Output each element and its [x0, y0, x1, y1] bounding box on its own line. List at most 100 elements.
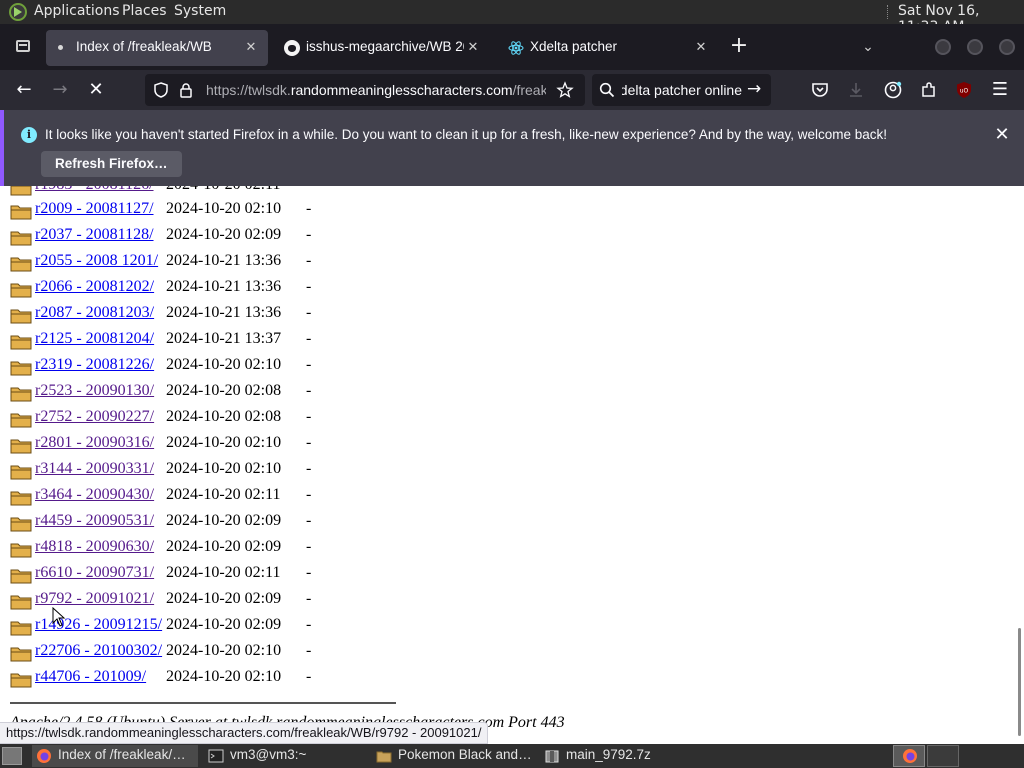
folder-icon: [376, 751, 392, 763]
applications-menu[interactable]: Applications: [34, 3, 120, 19]
modified-date: 2024-10-20 02:11: [166, 564, 281, 581]
tab-xdelta-patcher[interactable]: Xdelta patcher ✕: [500, 30, 718, 66]
directory-link[interactable]: r22706 - 20100302/: [35, 642, 162, 660]
url-bar[interactable]: https://twlsdk.randommeaninglesscharacte…: [145, 74, 585, 106]
workspace-2[interactable]: [927, 745, 959, 767]
tab-close-icon[interactable]: ✕: [464, 38, 482, 56]
listing-row: r6610 - 20090731/2024-10-20 02:11 -: [0, 561, 600, 587]
directory-link[interactable]: r2752 - 20090227/: [35, 408, 154, 426]
loading-dot-icon: [58, 45, 63, 50]
downloads-icon[interactable]: [846, 80, 866, 100]
tab-close-icon[interactable]: ✕: [692, 38, 710, 56]
directory-link[interactable]: r2055 - 2008 1201/: [35, 252, 158, 270]
refresh-firefox-button[interactable]: Refresh Firefox…: [41, 151, 182, 177]
search-input[interactable]: xdelta patcher online: [622, 82, 742, 98]
folder-icon: [10, 281, 32, 298]
back-arrow-icon[interactable]: ←: [12, 78, 36, 102]
tracking-shield-icon[interactable]: [152, 81, 170, 99]
url-text[interactable]: https://twlsdk.randommeaninglesscharacte…: [206, 82, 546, 98]
modified-date: 2024-10-21 13:36: [166, 278, 282, 295]
folder-icon: [10, 463, 32, 480]
link-status-url: https://twlsdk.randommeaninglesscharacte…: [0, 722, 489, 744]
places-menu[interactable]: Places: [122, 3, 167, 19]
file-size: -: [306, 564, 312, 581]
tab-label: Xdelta patcher: [530, 39, 618, 54]
listing-row: r2319 - 20081226/2024-10-20 02:10 -: [0, 353, 600, 379]
page-scrollbar-thumb[interactable]: [1018, 628, 1021, 736]
folder-icon: [10, 333, 32, 350]
maximize-window-icon[interactable]: [967, 39, 983, 55]
directory-link[interactable]: r3464 - 20090430/: [35, 486, 154, 504]
file-size: -: [306, 616, 312, 633]
file-size: -: [306, 538, 312, 555]
directory-link[interactable]: r4818 - 20090630/: [35, 538, 154, 556]
tab-isshus-megaarchive[interactable]: isshus-megaarchive/WB 20 ✕: [276, 30, 490, 66]
workspace-1[interactable]: [893, 745, 925, 767]
extensions-puzzle-icon[interactable]: [919, 80, 939, 100]
search-bar[interactable]: xdelta patcher online →: [592, 74, 771, 106]
account-icon[interactable]: [883, 80, 903, 100]
modified-date: 2024-10-20 02:10: [166, 356, 282, 373]
search-go-arrow-icon[interactable]: →: [747, 79, 761, 99]
directory-link[interactable]: r2066 - 20081202/: [35, 278, 154, 296]
stop-loading-icon[interactable]: ✕: [84, 78, 108, 102]
directory-link[interactable]: r2523 - 20090130/: [35, 382, 154, 400]
distro-logo-icon[interactable]: [9, 3, 27, 21]
directory-link[interactable]: r2087 - 20081203/: [35, 304, 154, 322]
modified-date: 2024-10-20 02:09: [166, 226, 282, 243]
folder-icon: [10, 619, 32, 636]
file-size: -: [306, 330, 312, 347]
show-desktop-icon[interactable]: [2, 747, 22, 765]
url-prefix: https://twlsdk.: [206, 82, 291, 98]
file-size: -: [306, 590, 312, 607]
taskbar-label: Pokemon Black and…: [398, 747, 532, 762]
directory-link[interactable]: r4459 - 20090531/: [35, 512, 154, 530]
taskbar-folder-window[interactable]: Pokemon Black and…: [372, 745, 538, 767]
modified-date: 2024-10-20 02:08: [166, 408, 282, 425]
listing-row: r2055 - 2008 1201/2024-10-21 13:36 -: [0, 249, 600, 275]
taskbar-archive-window[interactable]: main_9792.7z: [540, 745, 700, 767]
taskbar-firefox-window[interactable]: Index of /freakleak/…: [32, 745, 198, 767]
firefox-icon: [37, 749, 51, 763]
directory-link[interactable]: r1983 - 20081126/: [35, 186, 154, 194]
ublock-origin-icon[interactable]: uO: [954, 80, 974, 100]
system-menu[interactable]: System: [174, 3, 226, 19]
taskbar-terminal-window[interactable]: vm3@vm3:~: [204, 745, 364, 767]
folder-icon: [10, 203, 32, 220]
notification-close-icon[interactable]: ✕: [992, 125, 1012, 145]
listing-row: r9792 - 20091021/2024-10-20 02:09 -: [0, 587, 600, 613]
modified-date: 2024-10-20 02:10: [166, 668, 282, 685]
forward-arrow-icon[interactable]: →: [48, 78, 72, 102]
modified-date: 2024-10-21 13:36: [166, 252, 282, 269]
directory-link[interactable]: r6610 - 20090731/: [35, 564, 154, 582]
url-domain: randommeaninglesscharacters.com: [290, 82, 513, 98]
minimize-window-icon[interactable]: [935, 39, 951, 55]
tab-index-freakleak[interactable]: Index of /freakleak/WB ✕: [46, 30, 268, 66]
close-window-icon[interactable]: [999, 39, 1015, 55]
folder-icon: [10, 411, 32, 428]
file-size: -: [306, 460, 312, 477]
directory-link[interactable]: r9792 - 20091021/: [35, 590, 154, 608]
modified-date: 2024-10-21 13:36: [166, 304, 282, 321]
tab-close-icon[interactable]: ✕: [242, 38, 260, 56]
new-tab-plus-icon[interactable]: +: [729, 35, 749, 57]
directory-link[interactable]: r3144 - 20090331/: [35, 460, 154, 478]
directory-link[interactable]: r2319 - 20081226/: [35, 356, 154, 374]
directory-link[interactable]: r2037 - 20081128/: [35, 226, 154, 244]
directory-link[interactable]: r2009 - 20081127/: [35, 200, 154, 218]
directory-link[interactable]: r2801 - 20090316/: [35, 434, 154, 452]
pocket-icon[interactable]: [810, 80, 830, 100]
bookmark-star-icon[interactable]: [556, 81, 574, 99]
modified-date: 2024-10-20 02:09: [166, 512, 282, 529]
folder-icon: [10, 186, 32, 196]
directory-link[interactable]: r44706 - 201009/: [35, 668, 146, 686]
list-all-tabs-chevron-icon[interactable]: ⌄: [858, 37, 878, 57]
github-icon: [284, 40, 300, 56]
info-icon: i: [21, 127, 37, 143]
taskbar-label: main_9792.7z: [566, 747, 651, 762]
lock-icon[interactable]: [177, 81, 195, 99]
directory-link[interactable]: r2125 - 20081204/: [35, 330, 154, 348]
folder-icon: [10, 437, 32, 454]
firefox-view-icon[interactable]: [16, 40, 30, 52]
hamburger-menu-icon[interactable]: ☰: [988, 78, 1012, 102]
